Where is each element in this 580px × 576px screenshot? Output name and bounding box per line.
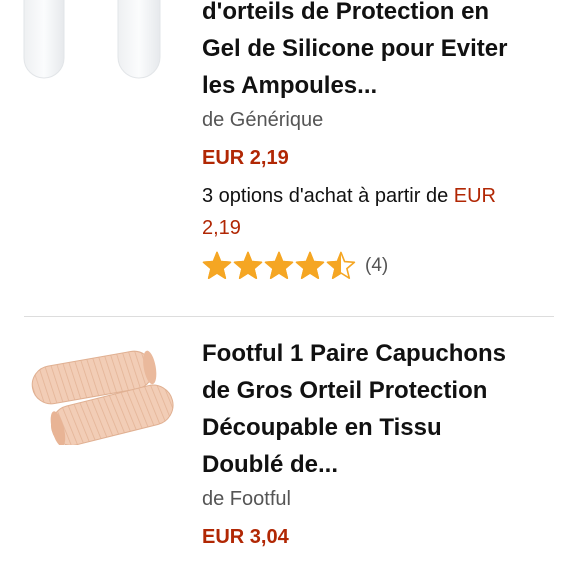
buying-options-link[interactable]: 3 options d'achat à partir de EUR 2,19 <box>202 180 562 244</box>
silicone-gel-toe-cap-icon <box>23 0 161 79</box>
product-info: d'orteils de Protection en Gel de Silico… <box>202 0 562 282</box>
title-line: de Gros Orteil Protection <box>202 377 488 404</box>
product-card[interactable]: d'orteils de Protection en Gel de Silico… <box>0 0 580 316</box>
offers-text: 3 options d'achat à partir de <box>202 185 449 207</box>
fabric-toe-cap-icon <box>31 350 174 447</box>
offers-currency: EUR <box>453 185 496 207</box>
title-line: Doublé de... <box>202 451 339 478</box>
title-line: Footful 1 Paire Capuchons <box>202 340 507 367</box>
search-results-page: d'orteils de Protection en Gel de Silico… <box>0 0 580 576</box>
rating-row[interactable]: (4) <box>202 250 562 282</box>
product-brand: de Footful <box>202 488 291 510</box>
star-full-icon <box>233 251 263 279</box>
product-price: EUR 2,19 <box>202 147 289 169</box>
product-title[interactable]: Footful 1 Paire Capuchons de Gros Orteil… <box>202 335 562 483</box>
title-line: les Ampoules... <box>202 72 378 99</box>
product-card[interactable]: Footful 1 Paire Capuchons de Gros Orteil… <box>0 317 580 576</box>
star-full-icon <box>264 251 294 279</box>
star-full-icon <box>202 251 232 279</box>
product-info: Footful 1 Paire Capuchons de Gros Orteil… <box>202 335 562 551</box>
product-brand: de Générique <box>202 109 324 131</box>
title-line: d'orteils de Protection en <box>202 0 490 25</box>
offers-amount: 2,19 <box>202 217 241 239</box>
product-image[interactable] <box>20 335 180 447</box>
title-line: Gel de Silicone pour Eviter <box>202 35 508 62</box>
product-title[interactable]: d'orteils de Protection en Gel de Silico… <box>202 0 562 104</box>
product-price: EUR 3,04 <box>202 526 289 548</box>
review-count[interactable]: (4) <box>365 255 388 277</box>
title-line: Découpable en Tissu <box>202 414 442 441</box>
star-full-icon <box>295 251 325 279</box>
star-half-icon <box>326 251 356 279</box>
product-image[interactable] <box>0 0 185 100</box>
star-rating <box>202 251 357 281</box>
